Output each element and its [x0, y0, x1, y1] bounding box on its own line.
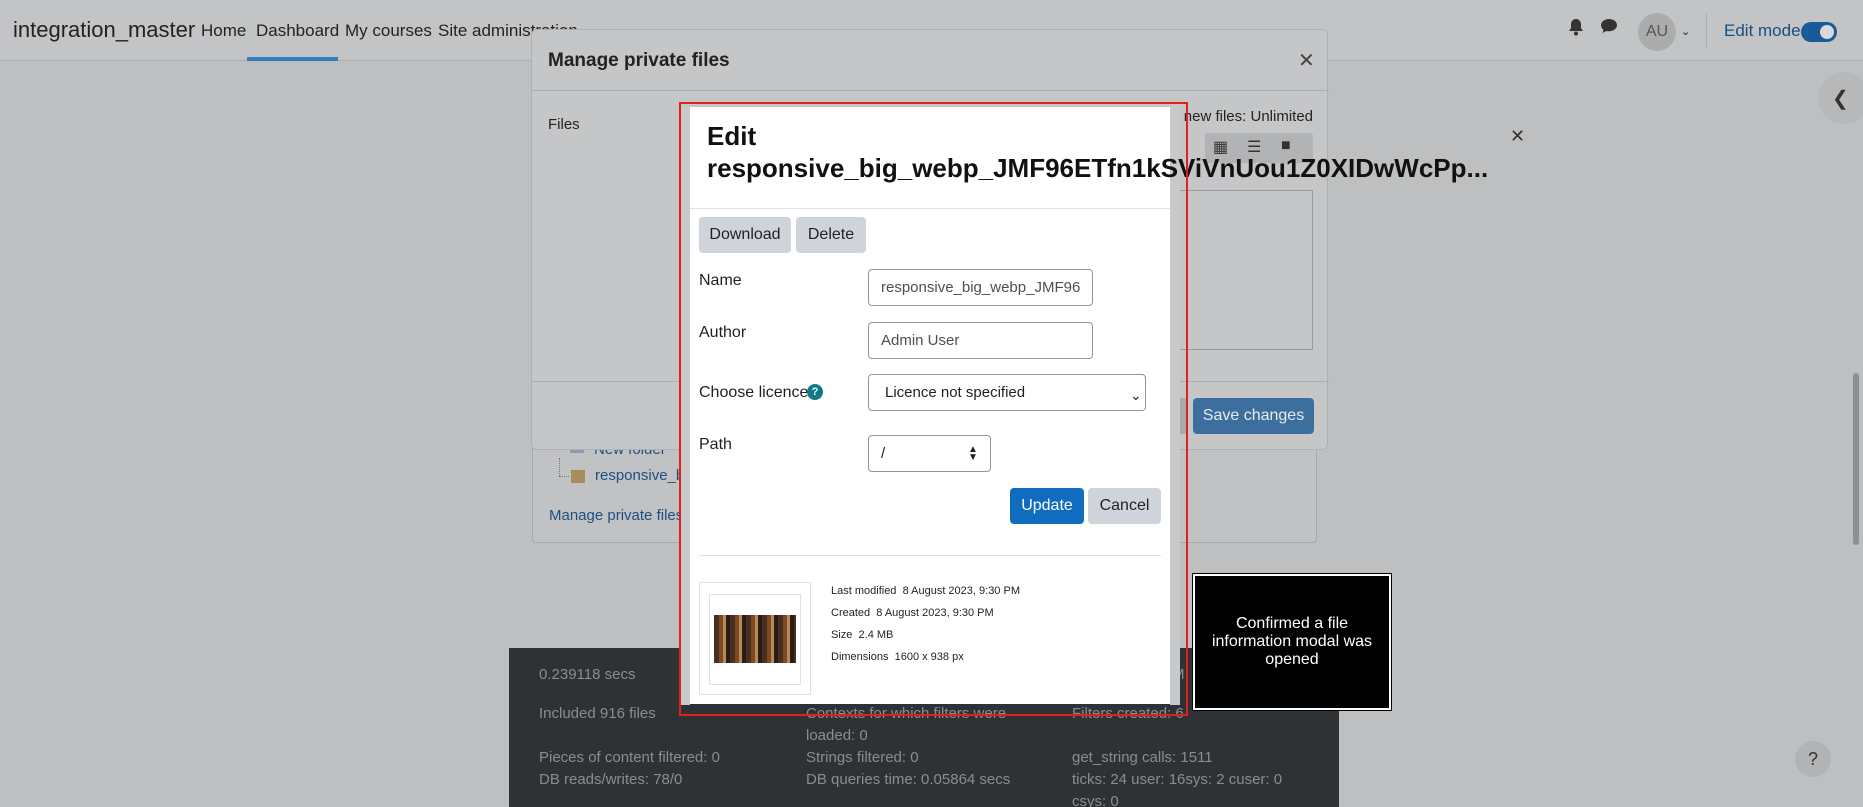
dialog-title: Edit responsive_big_webp_JMF96ETfn1kSViV… — [707, 121, 1489, 183]
notifications-bell-icon[interactable] — [1568, 18, 1584, 41]
nav-active-indicator — [247, 57, 338, 61]
edit-mode-label: Edit mode — [1724, 21, 1801, 40]
licence-label: Choose licence — [699, 384, 809, 401]
dialog-divider — [699, 555, 1161, 556]
nav-dashboard[interactable]: Dashboard — [256, 21, 339, 41]
user-avatar[interactable]: AU — [1638, 13, 1676, 51]
help-button[interactable]: ? — [1795, 741, 1831, 777]
author-label: Author — [699, 324, 747, 341]
footer-csys: csys: 0 — [1072, 793, 1119, 807]
dialog-frame — [679, 106, 690, 705]
footer-pieces-filtered: Pieces of content filtered: 0 — [539, 749, 720, 766]
licence-select[interactable]: Licence not specified — [868, 374, 1146, 411]
nav-home[interactable]: Home — [201, 21, 246, 41]
footer-contexts-2: loaded: 0 — [806, 727, 868, 744]
close-icon[interactable]: ✕ — [1510, 126, 1525, 147]
footer-get-string-calls: get_string calls: 1511 — [1072, 749, 1213, 766]
footer-db-queries-time: DB queries time: 0.05864 secs — [806, 771, 1011, 788]
tree-connector — [559, 458, 560, 476]
download-button[interactable]: Download — [699, 217, 791, 253]
open-drawer-button[interactable]: ❮ — [1818, 72, 1863, 124]
name-label: Name — [699, 272, 742, 289]
tree-connector — [559, 476, 569, 477]
name-input[interactable]: responsive_big_webp_JMF96 — [868, 269, 1093, 306]
meta-dimensions: Dimensions 1600 x 938 px — [831, 651, 964, 663]
footer-db-reads: DB reads/writes: 78/0 — [539, 771, 683, 788]
meta-last-modified: Last modified 8 August 2023, 9:30 PM — [831, 585, 1020, 597]
close-icon[interactable]: ✕ — [1298, 48, 1315, 73]
messages-chat-icon[interactable] — [1600, 18, 1618, 39]
tree-file-link[interactable]: responsive_bi — [595, 467, 688, 484]
modal-title: Manage private files — [548, 50, 730, 71]
navbar-divider — [1706, 14, 1707, 48]
author-input[interactable]: Admin User — [868, 322, 1093, 359]
chevron-left-icon: ❮ — [1832, 88, 1849, 110]
footer-contexts: Contexts for which filters were — [806, 705, 1007, 722]
file-thumbnail-image — [714, 615, 796, 663]
footer-strings-filtered: Strings filtered: 0 — [806, 749, 919, 766]
sort-caret-icon: ▲ ▼ — [968, 444, 978, 463]
modal-header-divider — [532, 90, 1329, 91]
footer-secs: 0.239118 secs — [539, 666, 636, 683]
image-file-icon — [571, 470, 585, 483]
filemanager-area — [1168, 190, 1313, 350]
delete-button[interactable]: Delete — [796, 217, 866, 253]
footer-filters-created: Filters created: 6 — [1072, 705, 1184, 722]
dialog-frame — [1170, 106, 1180, 705]
help-question-icon[interactable]: ? — [807, 384, 823, 400]
path-label: Path — [699, 436, 732, 453]
page-scrollbar[interactable] — [1853, 373, 1859, 545]
nav-my-courses[interactable]: My courses — [345, 21, 432, 41]
footer-included-files: Included 916 files — [539, 705, 656, 722]
chevron-down-icon: ⌄ — [1130, 387, 1142, 403]
meta-created: Created 8 August 2023, 9:30 PM — [831, 607, 994, 619]
edit-mode-toggle[interactable] — [1801, 22, 1837, 42]
update-button[interactable]: Update — [1010, 488, 1084, 524]
cancel-button[interactable]: Cancel — [1088, 488, 1161, 524]
files-label: Files — [548, 116, 580, 133]
annotation-tooltip: Confirmed a file information modal was o… — [1192, 573, 1392, 711]
footer-ticks: ticks: 24 user: 16sys: 2 cuser: 0 — [1072, 771, 1283, 788]
site-brand[interactable]: integration_master — [13, 17, 195, 43]
dialog-header-divider — [690, 208, 1170, 209]
manage-private-files-link[interactable]: Manage private files... — [549, 507, 696, 524]
meta-size: Size 2.4 MB — [831, 629, 894, 641]
save-changes-button[interactable]: Save changes — [1193, 398, 1314, 434]
chevron-down-icon[interactable]: ⌄ — [1681, 25, 1690, 38]
